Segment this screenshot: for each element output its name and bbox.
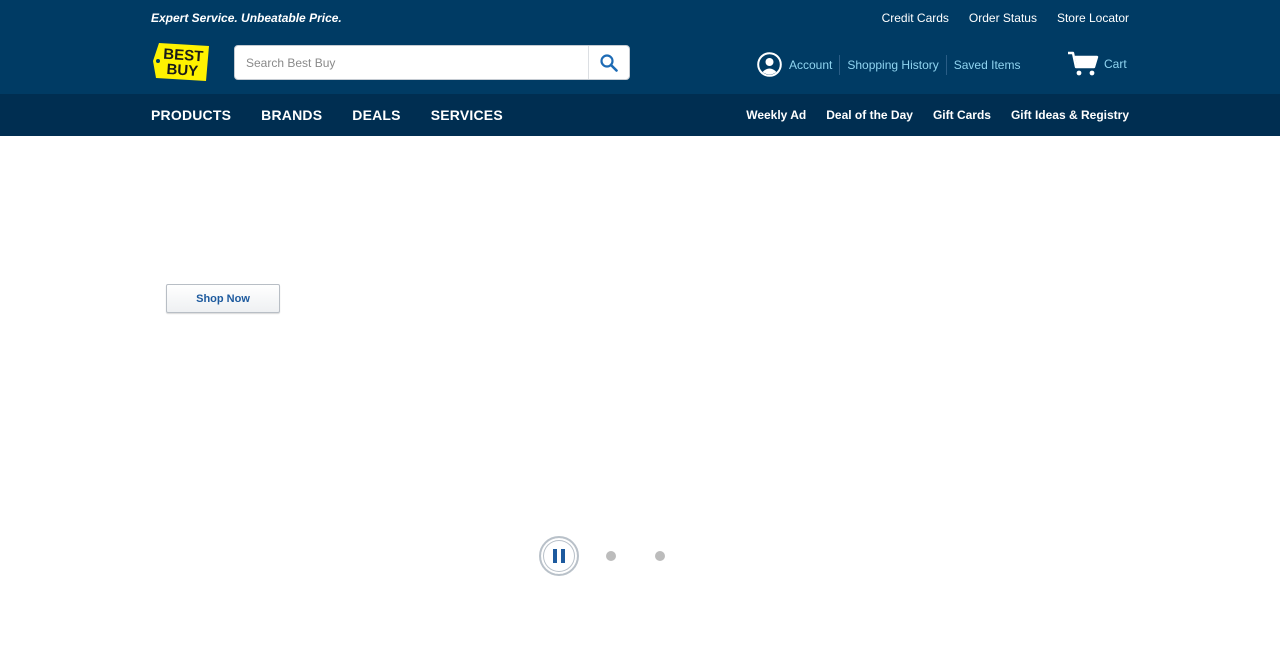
credit-cards-link[interactable]: Credit Cards <box>882 11 949 25</box>
cart[interactable]: Cart <box>1067 51 1127 77</box>
nav-weekly-ad[interactable]: Weekly Ad <box>746 108 806 122</box>
search-input[interactable] <box>235 46 589 79</box>
carousel-pause-button[interactable] <box>539 536 579 576</box>
top-header: Expert Service. Unbeatable Price. Credit… <box>0 0 1280 94</box>
cart-icon <box>1068 51 1099 76</box>
svg-text:BUY: BUY <box>166 61 199 80</box>
search-box <box>234 45 630 80</box>
divider <box>945 54 947 75</box>
account-area: Account Shopping History Saved Items <box>757 52 1020 77</box>
nav-deal-of-the-day[interactable]: Deal of the Day <box>826 108 913 122</box>
shopping-history-link[interactable]: Shopping History <box>847 58 938 72</box>
carousel-controls <box>539 536 665 576</box>
nav-deals[interactable]: DEALS <box>352 107 400 123</box>
search-icon <box>600 53 618 72</box>
best-buy-tag-logo: BEST BUY <box>153 43 209 81</box>
order-status-link[interactable]: Order Status <box>969 11 1037 25</box>
search-button[interactable] <box>588 46 629 79</box>
best-buy-logo[interactable]: BEST BUY <box>152 42 210 82</box>
carousel-dot-2[interactable] <box>606 551 616 561</box>
account-link[interactable]: Account <box>789 58 832 72</box>
cart-link[interactable]: Cart <box>1104 57 1127 71</box>
shop-now-button[interactable]: Shop Now <box>166 284 280 313</box>
carousel-dot-3[interactable] <box>655 551 665 561</box>
pause-icon <box>553 549 565 563</box>
nav-products[interactable]: PRODUCTS <box>151 107 231 123</box>
nav-brands[interactable]: BRANDS <box>261 107 322 123</box>
tagline: Expert Service. Unbeatable Price. <box>151 11 342 25</box>
utility-links: Credit Cards Order Status Store Locator <box>882 11 1129 25</box>
saved-items-link[interactable]: Saved Items <box>954 58 1021 72</box>
store-locator-link[interactable]: Store Locator <box>1057 11 1129 25</box>
nav-gift-cards[interactable]: Gift Cards <box>933 108 991 122</box>
nav-bar: PRODUCTS BRANDS DEALS SERVICES Weekly Ad… <box>0 94 1280 136</box>
nav-services[interactable]: SERVICES <box>431 107 503 123</box>
divider <box>839 54 841 75</box>
nav-gift-ideas-registry[interactable]: Gift Ideas & Registry <box>1011 108 1129 122</box>
main-nav: PRODUCTS BRANDS DEALS SERVICES <box>151 107 503 123</box>
secondary-nav: Weekly Ad Deal of the Day Gift Cards Gif… <box>746 108 1129 122</box>
user-circle-icon[interactable] <box>757 52 782 77</box>
